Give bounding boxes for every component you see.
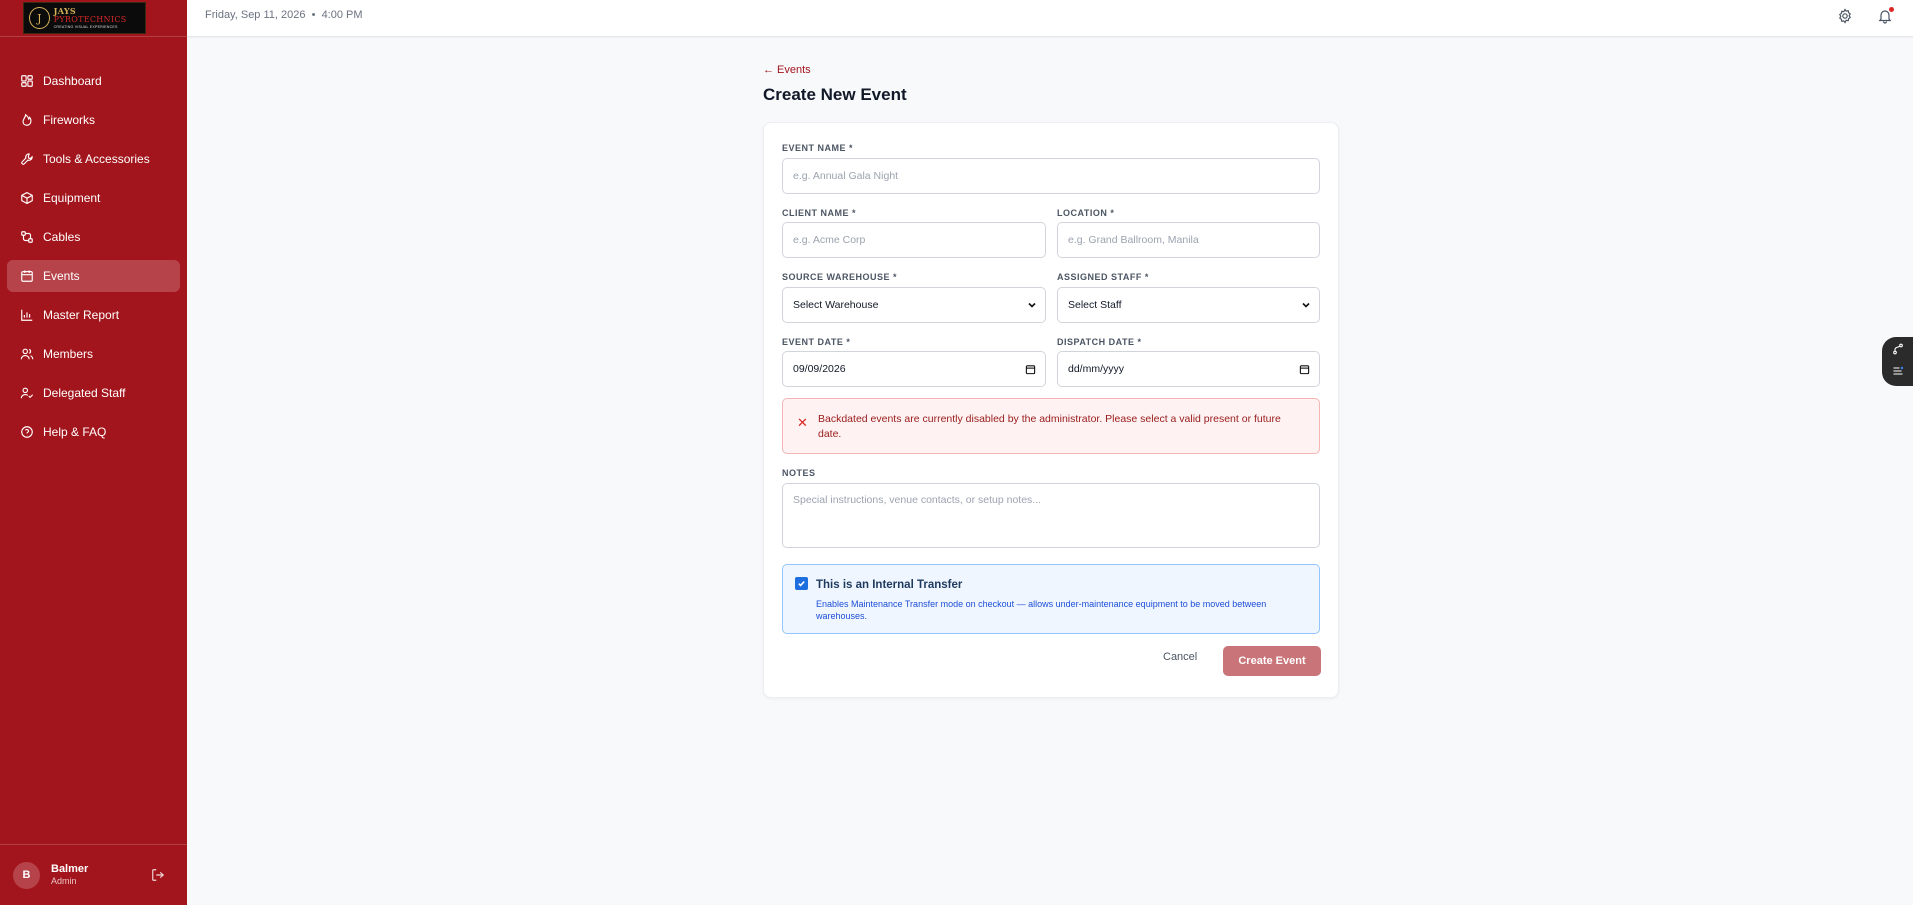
calendar-icon[interactable] <box>1025 364 1036 375</box>
event-name-input[interactable]: e.g. Annual Gala Night <box>782 158 1320 194</box>
source-warehouse-value: Select Warehouse <box>793 299 879 311</box>
cancel-button[interactable]: Cancel <box>1163 651 1197 663</box>
user-role: Admin <box>51 876 77 887</box>
user-name: Balmer <box>51 863 89 875</box>
cable-icon <box>21 231 33 243</box>
flame-icon <box>22 113 32 126</box>
user-panel: B Balmer Admin <box>0 844 187 905</box>
users-icon <box>20 348 34 360</box>
logo-mark-icon: J <box>29 7 50 29</box>
create-event-form: EVENT NAME * e.g. Annual Gala Night CLIE… <box>763 122 1339 698</box>
sidebar-item-members[interactable]: Members <box>7 338 180 370</box>
branch-icon[interactable] <box>1892 343 1904 355</box>
floating-tools-widget[interactable] <box>1882 337 1913 386</box>
event-date-input[interactable]: 09/09/2026 <box>782 351 1046 387</box>
internal-transfer-checkbox[interactable] <box>795 577 808 590</box>
check-icon <box>798 580 805 587</box>
logo-tagline: CREATING VISUAL EXPERIENCES <box>53 24 118 29</box>
sidebar-item-master-report[interactable]: Master Report <box>7 299 180 331</box>
calendar-icon <box>21 270 33 282</box>
dashboard-icon <box>21 75 33 87</box>
sidebar-item-label: Cables <box>43 230 81 244</box>
logo-accent: PYROTECHNICS <box>53 14 127 24</box>
sidebar-item-label: Fireworks <box>43 113 96 127</box>
internal-transfer-box: This is an Internal Transfer Enables Mai… <box>782 564 1320 634</box>
sidebar-item-events[interactable]: Events <box>7 260 180 292</box>
settings-icon[interactable] <box>1837 8 1853 24</box>
source-warehouse-select[interactable]: Select Warehouse <box>782 287 1046 323</box>
event-date-label: EVENT DATE * <box>782 337 851 347</box>
dispatch-date-label: DISPATCH DATE * <box>1057 337 1142 347</box>
dispatch-date-value: dd/mm/yyyy <box>1068 363 1125 375</box>
sidebar-item-label: Events <box>43 269 80 283</box>
internal-transfer-description: Enables Maintenance Transfer mode on che… <box>816 599 1267 621</box>
event-date-value: 09/09/2026 <box>793 363 846 375</box>
assigned-staff-label: ASSIGNED STAFF * <box>1057 272 1149 282</box>
assigned-staff-select[interactable]: Select Staff <box>1057 287 1320 323</box>
chevron-down-icon <box>1028 302 1036 308</box>
user-check-icon <box>20 387 34 399</box>
source-warehouse-label: SOURCE WAREHOUSE * <box>782 272 898 282</box>
sidebar-item-fireworks[interactable]: Fireworks <box>7 104 180 136</box>
avatar[interactable]: B <box>13 861 40 889</box>
assigned-staff-value: Select Staff <box>1068 299 1122 311</box>
location-input[interactable]: e.g. Grand Ballroom, Manila <box>1057 222 1320 258</box>
notes-textarea[interactable]: Special instructions, venue contacts, or… <box>782 483 1320 548</box>
sidebar-item-cables[interactable]: Cables <box>7 221 180 253</box>
current-datetime: Friday, Sep 11, 2026 • 4:00 PM <box>205 9 363 21</box>
sidebar-item-label: Delegated Staff <box>43 386 126 400</box>
calendar-icon[interactable] <box>1299 364 1310 375</box>
notifications-button[interactable] <box>1877 7 1894 24</box>
client-name-label: CLIENT NAME * <box>782 208 856 218</box>
sidebar-item-delegated-staff[interactable]: Delegated Staff <box>7 377 180 409</box>
logout-icon[interactable] <box>151 868 165 882</box>
dispatch-date-input[interactable]: dd/mm/yyyy <box>1057 351 1320 387</box>
sidebar-item-dashboard[interactable]: Dashboard <box>7 65 180 97</box>
sidebar-item-help[interactable]: Help & FAQ <box>7 416 180 448</box>
sidebar-item-tools[interactable]: Tools & Accessories <box>7 143 180 175</box>
help-circle-icon <box>21 426 33 438</box>
client-name-input[interactable]: e.g. Acme Corp <box>782 222 1046 258</box>
box-icon <box>21 191 33 205</box>
notes-label: NOTES <box>782 468 816 478</box>
notification-dot <box>1889 7 1894 12</box>
sidebar-nav: Dashboard Fireworks Tools & Accessories … <box>0 65 187 448</box>
chevron-down-icon <box>1302 302 1310 308</box>
page-title: Create New Event <box>763 85 907 104</box>
wrench-icon <box>21 153 33 165</box>
event-name-label: EVENT NAME * <box>782 143 854 153</box>
sidebar-item-label: Dashboard <box>43 74 102 88</box>
bar-chart-icon <box>21 309 33 321</box>
sidebar-item-label: Equipment <box>43 191 101 205</box>
logo-area: J JAYS PYROTECHNICS CREATING VISUAL EXPE… <box>0 0 187 37</box>
error-x-icon: ✕ <box>797 415 808 430</box>
internal-transfer-title: This is an Internal Transfer <box>816 579 963 591</box>
sidebar-item-label: Help & FAQ <box>43 425 107 439</box>
list-settings-icon[interactable] <box>1892 365 1904 377</box>
location-label: LOCATION * <box>1057 208 1115 218</box>
sidebar-item-label: Tools & Accessories <box>43 152 150 166</box>
error-message: Backdated events are currently disabled … <box>818 413 1281 440</box>
back-to-events-link[interactable]: ← Events <box>763 64 811 76</box>
create-event-button[interactable]: Create Event <box>1223 646 1321 676</box>
brand-logo[interactable]: J JAYS PYROTECHNICS CREATING VISUAL EXPE… <box>23 2 146 34</box>
backdate-error-alert: ✕ Backdated events are currently disable… <box>782 398 1320 454</box>
sidebar-item-equipment[interactable]: Equipment <box>7 182 180 214</box>
sidebar-item-label: Members <box>43 347 94 361</box>
sidebar: J JAYS PYROTECHNICS CREATING VISUAL EXPE… <box>0 0 187 905</box>
top-bar: Friday, Sep 11, 2026 • 4:00 PM <box>187 0 1913 37</box>
sidebar-item-label: Master Report <box>43 308 120 322</box>
